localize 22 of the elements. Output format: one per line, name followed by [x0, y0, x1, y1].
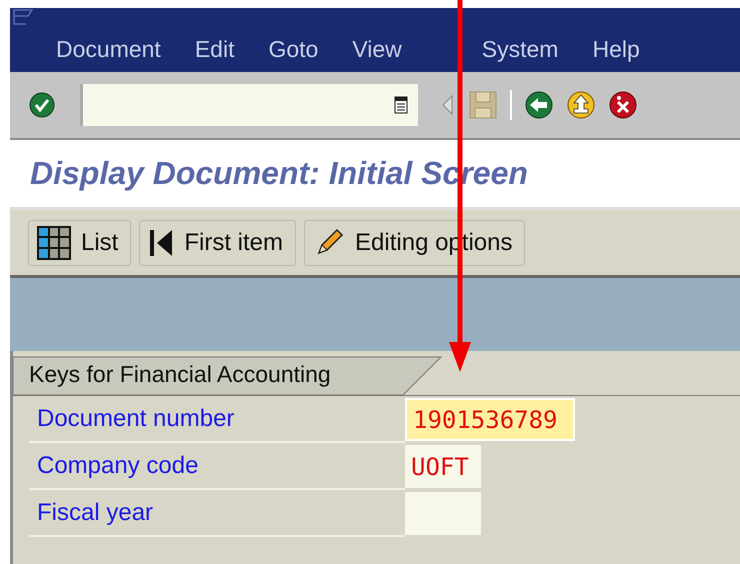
toolbar-button[interactable]: First item — [139, 220, 296, 266]
field-label: Fiscal year — [29, 490, 405, 537]
input-field[interactable]: 1901536789 — [405, 398, 575, 441]
enter-check-icon[interactable] — [28, 91, 56, 119]
window-menu-icon[interactable] — [12, 8, 36, 28]
toolbar-button[interactable]: List — [28, 220, 132, 266]
field-label: Company code — [29, 443, 405, 490]
input-field[interactable]: UOFT — [405, 445, 481, 488]
group-title: Keys for Financial Accounting — [29, 361, 331, 388]
input-field[interactable] — [405, 492, 481, 535]
first-item-icon — [148, 228, 174, 258]
menu-item[interactable]: System — [482, 36, 558, 63]
menu-item[interactable]: View — [352, 36, 402, 63]
menu-item[interactable]: Document — [56, 36, 161, 63]
history-list-icon[interactable] — [394, 96, 408, 114]
field-label: Document number — [29, 396, 405, 443]
menu-item[interactable]: Help — [592, 36, 640, 63]
table-grid-icon — [37, 226, 71, 260]
menu-item[interactable]: Goto — [268, 36, 318, 63]
command-field[interactable] — [80, 84, 418, 126]
menu-item[interactable]: Edit — [194, 36, 234, 63]
cancel-icon[interactable] — [608, 90, 638, 120]
